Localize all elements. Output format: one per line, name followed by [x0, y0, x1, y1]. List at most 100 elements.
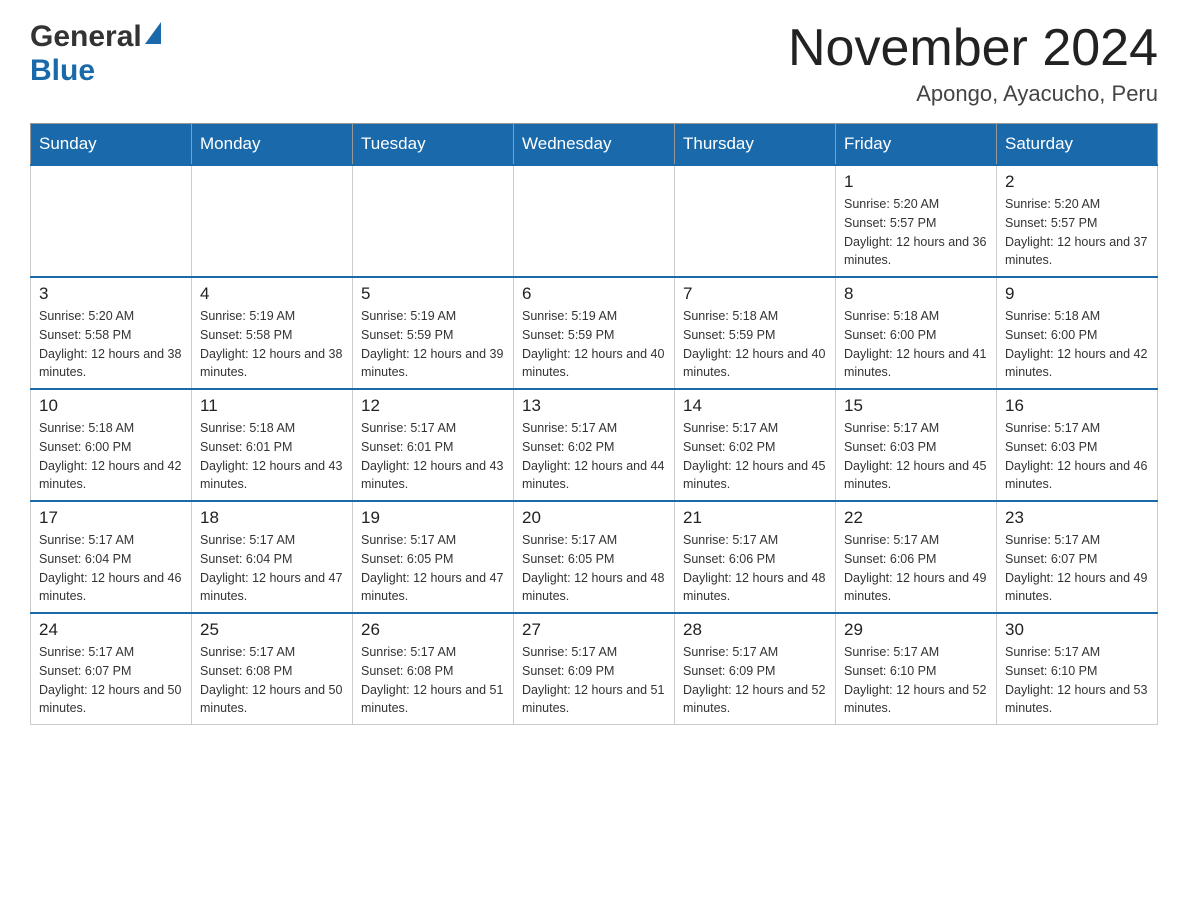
day-detail: Sunrise: 5:17 AMSunset: 6:02 PMDaylight:… — [522, 419, 666, 494]
day-detail: Sunrise: 5:17 AMSunset: 6:04 PMDaylight:… — [39, 531, 183, 606]
calendar-week-row: 24 Sunrise: 5:17 AMSunset: 6:07 PMDayligh… — [31, 613, 1158, 725]
calendar-week-row: 3 Sunrise: 5:20 AMSunset: 5:58 PMDaylight… — [31, 277, 1158, 389]
table-row: 30 Sunrise: 5:17 AMSunset: 6:10 PMDayligh… — [997, 613, 1158, 725]
table-row: 1Sunrise: 5:20 AMSunset: 5:57 PMDaylight… — [836, 165, 997, 277]
col-saturday: Saturday — [997, 124, 1158, 166]
day-number: 5 — [361, 284, 505, 304]
table-row: 19Sunrise: 5:17 AMSunset: 6:05 PMDayligh… — [353, 501, 514, 613]
col-tuesday: Tuesday — [353, 124, 514, 166]
day-detail: Sunrise: 5:17 AMSunset: 6:03 PMDaylight:… — [1005, 419, 1149, 494]
day-number: 16 — [1005, 396, 1149, 416]
day-detail: Sunrise: 5:18 AMSunset: 6:00 PMDaylight:… — [844, 307, 988, 382]
calendar-header-row: Sunday Monday Tuesday Wednesday Thursday… — [31, 124, 1158, 166]
table-row: 18 Sunrise: 5:17 AMSunset: 6:04 PMDayligh… — [192, 501, 353, 613]
table-row: 16 Sunrise: 5:17 AMSunset: 6:03 PMDayligh… — [997, 389, 1158, 501]
page-header: General Blue November 2024 Apongo, Ayacu… — [30, 20, 1158, 107]
day-detail: Sunrise: 5:17 AMSunset: 6:03 PMDaylight:… — [844, 419, 988, 494]
table-row: 27Sunrise: 5:17 AMSunset: 6:09 PMDayligh… — [514, 613, 675, 725]
table-row: 23 Sunrise: 5:17 AMSunset: 6:07 PMDayligh… — [997, 501, 1158, 613]
day-detail: Sunrise: 5:17 AMSunset: 6:06 PMDaylight:… — [683, 531, 827, 606]
table-row: 4 Sunrise: 5:19 AMSunset: 5:58 PMDaylight… — [192, 277, 353, 389]
table-row: 22 Sunrise: 5:17 AMSunset: 6:06 PMDayligh… — [836, 501, 997, 613]
day-detail: Sunrise: 5:17 AMSunset: 6:10 PMDaylight:… — [1005, 643, 1149, 718]
day-number: 23 — [1005, 508, 1149, 528]
day-number: 7 — [683, 284, 827, 304]
table-row: 24 Sunrise: 5:17 AMSunset: 6:07 PMDayligh… — [31, 613, 192, 725]
day-detail: Sunrise: 5:18 AMSunset: 6:00 PMDaylight:… — [39, 419, 183, 494]
calendar-week-row: 17 Sunrise: 5:17 AMSunset: 6:04 PMDayligh… — [31, 501, 1158, 613]
calendar-table: Sunday Monday Tuesday Wednesday Thursday… — [30, 123, 1158, 725]
day-detail: Sunrise: 5:19 AMSunset: 5:58 PMDaylight:… — [200, 307, 344, 382]
day-number: 24 — [39, 620, 183, 640]
logo-blue-text: Blue — [30, 54, 95, 87]
table-row — [675, 165, 836, 277]
table-row: 25Sunrise: 5:17 AMSunset: 6:08 PMDayligh… — [192, 613, 353, 725]
day-detail: Sunrise: 5:17 AMSunset: 6:05 PMDaylight:… — [522, 531, 666, 606]
day-number: 10 — [39, 396, 183, 416]
table-row: 6Sunrise: 5:19 AMSunset: 5:59 PMDaylight… — [514, 277, 675, 389]
table-row: 9Sunrise: 5:18 AMSunset: 6:00 PMDaylight… — [997, 277, 1158, 389]
table-row: 15 Sunrise: 5:17 AMSunset: 6:03 PMDayligh… — [836, 389, 997, 501]
day-number: 29 — [844, 620, 988, 640]
day-detail: Sunrise: 5:17 AMSunset: 6:10 PMDaylight:… — [844, 643, 988, 718]
day-detail: Sunrise: 5:17 AMSunset: 6:09 PMDaylight:… — [683, 643, 827, 718]
table-row — [353, 165, 514, 277]
col-wednesday: Wednesday — [514, 124, 675, 166]
table-row: 5Sunrise: 5:19 AMSunset: 5:59 PMDaylight… — [353, 277, 514, 389]
day-detail: Sunrise: 5:17 AMSunset: 6:04 PMDaylight:… — [200, 531, 344, 606]
table-row: 10 Sunrise: 5:18 AMSunset: 6:00 PMDayligh… — [31, 389, 192, 501]
calendar-week-row: 1Sunrise: 5:20 AMSunset: 5:57 PMDaylight… — [31, 165, 1158, 277]
table-row: 8 Sunrise: 5:18 AMSunset: 6:00 PMDaylight… — [836, 277, 997, 389]
day-detail: Sunrise: 5:17 AMSunset: 6:02 PMDaylight:… — [683, 419, 827, 494]
day-number: 14 — [683, 396, 827, 416]
logo: General Blue — [30, 20, 161, 88]
table-row: 12Sunrise: 5:17 AMSunset: 6:01 PMDayligh… — [353, 389, 514, 501]
col-sunday: Sunday — [31, 124, 192, 166]
col-friday: Friday — [836, 124, 997, 166]
location-label: Apongo, Ayacucho, Peru — [788, 81, 1158, 107]
table-row: 3 Sunrise: 5:20 AMSunset: 5:58 PMDaylight… — [31, 277, 192, 389]
day-detail: Sunrise: 5:20 AMSunset: 5:57 PMDaylight:… — [844, 195, 988, 270]
day-number: 17 — [39, 508, 183, 528]
day-number: 15 — [844, 396, 988, 416]
day-number: 11 — [200, 396, 344, 416]
col-thursday: Thursday — [675, 124, 836, 166]
day-number: 8 — [844, 284, 988, 304]
day-number: 18 — [200, 508, 344, 528]
day-number: 28 — [683, 620, 827, 640]
day-detail: Sunrise: 5:18 AMSunset: 5:59 PMDaylight:… — [683, 307, 827, 382]
table-row: 17 Sunrise: 5:17 AMSunset: 6:04 PMDayligh… — [31, 501, 192, 613]
day-number: 27 — [522, 620, 666, 640]
day-detail: Sunrise: 5:17 AMSunset: 6:08 PMDaylight:… — [361, 643, 505, 718]
table-row: 26Sunrise: 5:17 AMSunset: 6:08 PMDayligh… — [353, 613, 514, 725]
day-detail: Sunrise: 5:17 AMSunset: 6:07 PMDaylight:… — [39, 643, 183, 718]
day-number: 4 — [200, 284, 344, 304]
day-detail: Sunrise: 5:20 AMSunset: 5:58 PMDaylight:… — [39, 307, 183, 382]
day-detail: Sunrise: 5:18 AMSunset: 6:01 PMDaylight:… — [200, 419, 344, 494]
logo-triangle-icon — [145, 22, 161, 44]
table-row: 28 Sunrise: 5:17 AMSunset: 6:09 PMDayligh… — [675, 613, 836, 725]
day-number: 13 — [522, 396, 666, 416]
day-number: 19 — [361, 508, 505, 528]
calendar-week-row: 10 Sunrise: 5:18 AMSunset: 6:00 PMDayligh… — [31, 389, 1158, 501]
day-detail: Sunrise: 5:18 AMSunset: 6:00 PMDaylight:… — [1005, 307, 1149, 382]
table-row: 21 Sunrise: 5:17 AMSunset: 6:06 PMDayligh… — [675, 501, 836, 613]
table-row — [514, 165, 675, 277]
day-number: 2 — [1005, 172, 1149, 192]
table-row — [31, 165, 192, 277]
table-row: 20Sunrise: 5:17 AMSunset: 6:05 PMDayligh… — [514, 501, 675, 613]
day-number: 21 — [683, 508, 827, 528]
day-detail: Sunrise: 5:17 AMSunset: 6:07 PMDaylight:… — [1005, 531, 1149, 606]
calendar-title: November 2024 Apongo, Ayacucho, Peru — [788, 20, 1158, 107]
day-number: 12 — [361, 396, 505, 416]
table-row: 29 Sunrise: 5:17 AMSunset: 6:10 PMDayligh… — [836, 613, 997, 725]
day-number: 25 — [200, 620, 344, 640]
month-year-label: November 2024 — [788, 20, 1158, 77]
table-row: 13 Sunrise: 5:17 AMSunset: 6:02 PMDayligh… — [514, 389, 675, 501]
logo-general-text: General — [30, 20, 142, 54]
day-detail: Sunrise: 5:17 AMSunset: 6:06 PMDaylight:… — [844, 531, 988, 606]
day-number: 30 — [1005, 620, 1149, 640]
table-row: 11 Sunrise: 5:18 AMSunset: 6:01 PMDayligh… — [192, 389, 353, 501]
day-number: 22 — [844, 508, 988, 528]
day-number: 3 — [39, 284, 183, 304]
